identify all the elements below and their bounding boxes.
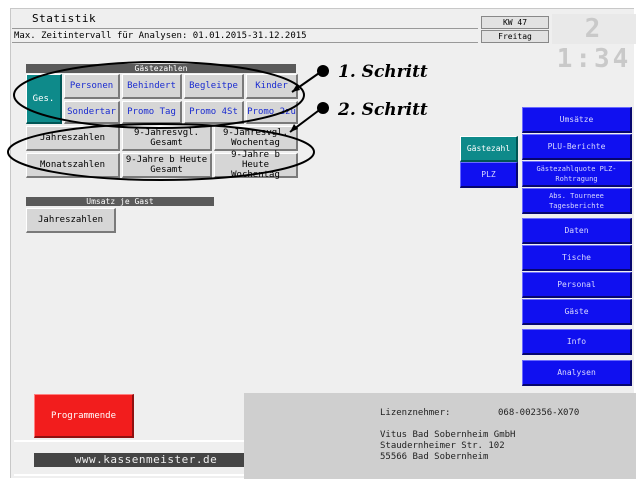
step1-annotation: 1. Schritt (338, 62, 428, 82)
plz-button[interactable]: PLZ (460, 162, 518, 188)
programmende-button[interactable]: Programmende (34, 394, 134, 438)
license-company: Vitus Bad Sobernheim GmbH (380, 430, 516, 440)
license-label: Lizenznehmer: (380, 408, 451, 418)
menu-daten[interactable]: Daten (522, 218, 632, 244)
menu-umsaetze[interactable]: Umsätze (522, 107, 632, 133)
menu-analysen[interactable]: Analysen (522, 360, 632, 386)
license-street: Staudernheimer Str. 102 (380, 441, 505, 451)
license-number: 068-002356-X070 (498, 408, 580, 418)
menu-tagesberichte[interactable]: Abs. Tourneee Tagesberichte (522, 188, 632, 214)
license-city: 55566 Bad Sobernheim (380, 452, 489, 462)
footer-divider-bottom (14, 474, 246, 476)
footer-divider (14, 440, 246, 442)
step2-annotation: 2. Schritt (338, 100, 428, 120)
menu-info[interactable]: Info (522, 329, 632, 355)
menu-gaeste[interactable]: Gäste (522, 299, 632, 325)
menu-personal[interactable]: Personal (522, 272, 632, 298)
menu-gaestezahlquote[interactable]: Gästezahlquote PLZ-Rohtragung (522, 161, 632, 187)
website-bar[interactable]: www.kassenmeister.de (34, 453, 258, 467)
menu-tische[interactable]: Tische (522, 245, 632, 271)
gaestezahl-button[interactable]: Gästezahl (460, 136, 518, 162)
menu-plu-berichte[interactable]: PLU-Berichte (522, 134, 632, 160)
